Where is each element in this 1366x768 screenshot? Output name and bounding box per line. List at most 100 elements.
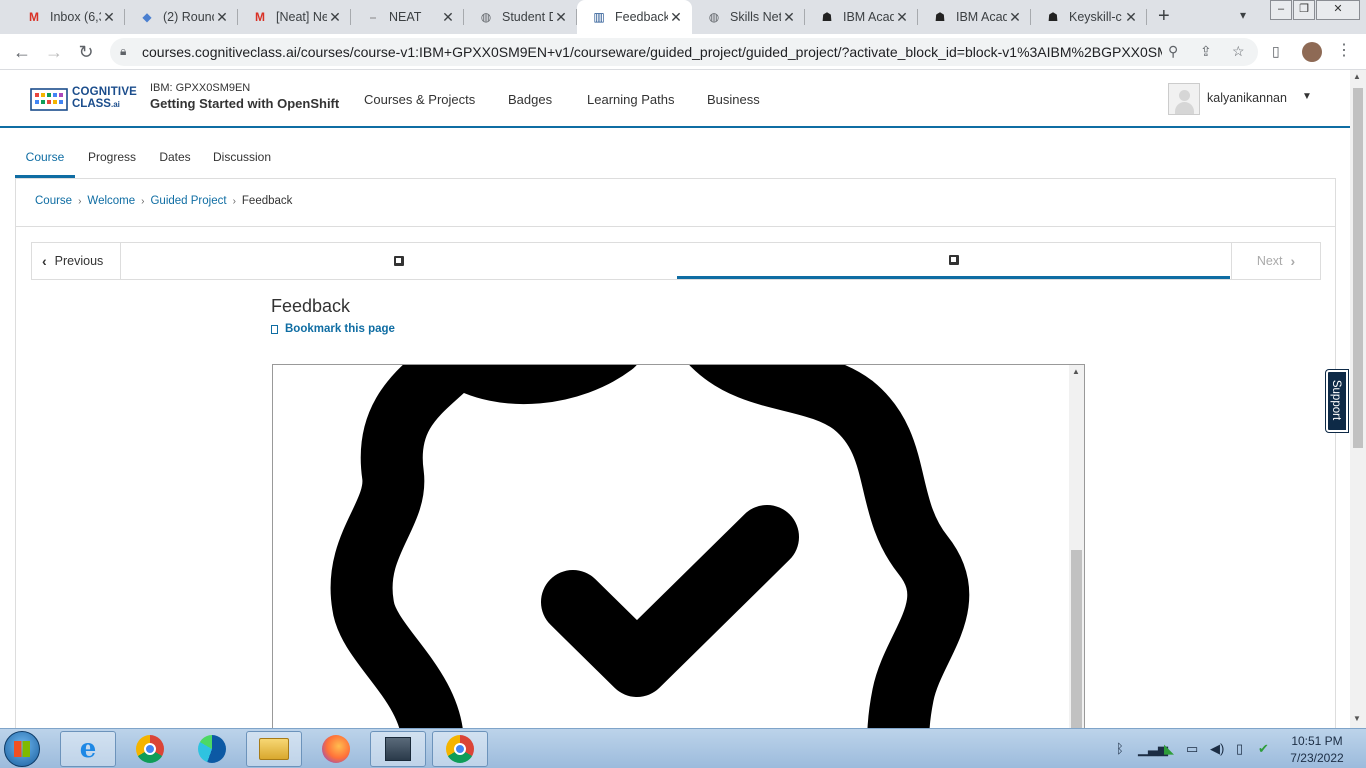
clock-time: 10:51 PM — [1291, 734, 1343, 748]
nvidia-icon[interactable]: ◣ — [1164, 741, 1174, 757]
browser-tab[interactable]: ◍ Skills Net ✕ — [692, 0, 805, 34]
browser-tab[interactable]: M [Neat] Ne ✕ — [238, 0, 351, 34]
chevron-right-icon: › — [1290, 253, 1296, 269]
cognitive-class-logo[interactable]: COGNITIVE CLASS.ai — [30, 84, 138, 114]
nav-learning-paths[interactable]: Learning Paths — [587, 92, 674, 107]
close-tab-icon[interactable]: ✕ — [781, 9, 797, 26]
bookmark-icon — [271, 324, 278, 334]
new-tab-icon[interactable]: + — [1158, 5, 1170, 28]
address-bar[interactable]: 🔒︎ courses.cognitiveclass.ai/courses/cou… — [110, 38, 1258, 66]
user-menu[interactable]: kalyanikannan ▼ — [1168, 83, 1338, 115]
next-button[interactable]: Next › — [1231, 243, 1320, 279]
tab-search-chevron-icon[interactable]: ▾ — [1240, 8, 1246, 22]
nav-badges[interactable]: Badges — [508, 92, 552, 107]
iframe-scrollbar[interactable]: ▲ — [1069, 365, 1084, 728]
breadcrumb-current: Feedback — [241, 195, 293, 207]
breadcrumb-course[interactable]: Course — [35, 195, 72, 207]
browser-tab[interactable]: ☗ IBM Acad ✕ — [918, 0, 1031, 34]
reload-icon[interactable]: ↻ — [74, 40, 98, 64]
display-icon[interactable]: ▭ — [1186, 741, 1198, 757]
chrome-icon[interactable] — [122, 731, 178, 767]
nav-business[interactable]: Business — [707, 92, 760, 107]
network-icon[interactable]: ✔ — [1258, 741, 1269, 757]
chrome-active-icon[interactable] — [432, 731, 488, 767]
page-scroll-thumb[interactable] — [1353, 88, 1363, 448]
system-clock[interactable]: 10:51 PM 7/23/2022 — [1280, 733, 1354, 767]
breadcrumb-guided-project[interactable]: Guided Project — [150, 195, 226, 207]
close-tab-icon[interactable]: ✕ — [1123, 9, 1139, 26]
tab-title: Keyskill-c — [1069, 10, 1122, 24]
battery-icon[interactable]: ▯ — [1236, 741, 1243, 757]
internet-explorer-icon[interactable]: e — [60, 731, 116, 767]
caret-down-icon[interactable]: ▼ — [1302, 91, 1312, 102]
breadcrumb-chevron-icon: › — [232, 196, 236, 207]
book-icon — [394, 256, 404, 266]
close-tab-icon[interactable]: ✕ — [1007, 9, 1023, 26]
lock-icon[interactable]: 🔒︎ — [120, 44, 126, 59]
firefox-icon[interactable] — [308, 731, 364, 767]
tab-dates[interactable]: Dates — [153, 140, 197, 178]
tab-course[interactable]: Course — [15, 140, 75, 178]
close-tab-icon[interactable]: ✕ — [894, 9, 910, 26]
browser-tab[interactable]: M Inbox (6,3 ✕ — [12, 0, 125, 34]
browser-tab[interactable]: ⎯ NEAT ✕ — [351, 0, 464, 34]
bluetooth-icon[interactable]: ᛒ — [1116, 741, 1124, 756]
support-button[interactable]: Support — [1326, 370, 1348, 432]
scroll-up-icon[interactable]: ▲ — [1072, 367, 1080, 376]
close-tab-icon[interactable]: ✕ — [101, 9, 117, 26]
minimize-window-icon[interactable]: ‒ — [1270, 0, 1292, 20]
nav-courses-projects[interactable]: Courses & Projects — [364, 92, 475, 107]
scroll-down-icon[interactable]: ▼ — [1353, 714, 1361, 723]
share-icon[interactable]: ⇪ — [1200, 43, 1212, 60]
forward-arrow-icon[interactable]: → — [42, 40, 66, 64]
side-panel-icon[interactable]: ▯ — [1272, 43, 1280, 60]
scroll-up-icon[interactable]: ▲ — [1353, 72, 1361, 81]
page-scrollbar[interactable]: ▲ ▼ — [1350, 70, 1366, 728]
browser-tab-strip: M Inbox (6,3 ✕ ◆ (2) Round ✕ M [Neat] Ne… — [0, 0, 1366, 34]
feedback-iframe[interactable]: ▲ — [272, 364, 1085, 728]
breadcrumb-welcome[interactable]: Welcome — [87, 195, 135, 207]
globe-icon: ◍ — [480, 10, 492, 24]
sequence-unit-2-active[interactable] — [677, 243, 1230, 279]
edge-icon[interactable] — [184, 731, 240, 767]
profile-avatar-icon[interactable] — [1302, 42, 1322, 62]
close-tab-icon[interactable]: ✕ — [214, 9, 230, 26]
bookmark-label: Bookmark this page — [285, 323, 395, 335]
restore-window-icon[interactable]: ❐ — [1293, 0, 1315, 20]
iframe-scroll-thumb[interactable] — [1071, 550, 1082, 728]
close-tab-icon[interactable]: ✕ — [668, 9, 684, 26]
more-menu-icon[interactable]: ⋮ — [1336, 40, 1352, 60]
start-button[interactable] — [4, 731, 40, 767]
gmail-icon: M — [255, 10, 265, 24]
file-explorer-icon[interactable] — [246, 731, 302, 767]
tab-progress[interactable]: Progress — [83, 140, 141, 178]
tab-discussion[interactable]: Discussion — [209, 140, 275, 178]
logo-text-line1: COGNITIVE — [72, 86, 138, 98]
bookmark-star-icon[interactable]: ☆ — [1232, 43, 1245, 60]
sequence-unit-1[interactable] — [122, 243, 676, 279]
close-window-icon[interactable]: ✕ — [1316, 0, 1360, 20]
browser-tab[interactable]: ◍ Student D ✕ — [464, 0, 577, 34]
user-avatar[interactable] — [1168, 83, 1200, 115]
close-tab-icon[interactable]: ✕ — [327, 9, 343, 26]
bookmark-button[interactable]: Bookmark this page — [271, 323, 395, 335]
username[interactable]: kalyanikannan — [1207, 91, 1287, 105]
close-tab-icon[interactable]: ✕ — [553, 9, 569, 26]
volume-icon[interactable]: ◀) — [1210, 741, 1224, 757]
browser-tab[interactable]: ☗ Keyskill-c ✕ — [1031, 0, 1147, 34]
course-code: IBM: GPXX0SM9EN — [150, 82, 251, 94]
browser-tab[interactable]: ☗ IBM Acad ✕ — [805, 0, 918, 34]
verified-badge-icon — [330, 365, 970, 728]
ibm-icon: ☗ — [934, 10, 946, 24]
previous-button[interactable]: ‹ Previous — [32, 243, 121, 279]
zoom-icon[interactable]: ⚲ — [1168, 43, 1178, 60]
back-arrow-icon[interactable]: ← — [10, 40, 34, 64]
url-text[interactable]: courses.cognitiveclass.ai/courses/course… — [142, 44, 1162, 60]
cognitiveclass-icon: ▥ — [593, 10, 605, 24]
globe-icon: ◍ — [708, 10, 720, 24]
windows-taskbar: e ᛒ ▁▃▅ ◣ ▭ ◀) ▯ ✔ 10:51 PM 7/23/2022 — [0, 728, 1366, 768]
browser-tab[interactable]: ◆ (2) Round ✕ — [125, 0, 238, 34]
browser-tab-active[interactable]: ▥ Feedback ✕ — [577, 0, 692, 34]
close-tab-icon[interactable]: ✕ — [440, 9, 456, 26]
app-window-icon[interactable] — [370, 731, 426, 767]
